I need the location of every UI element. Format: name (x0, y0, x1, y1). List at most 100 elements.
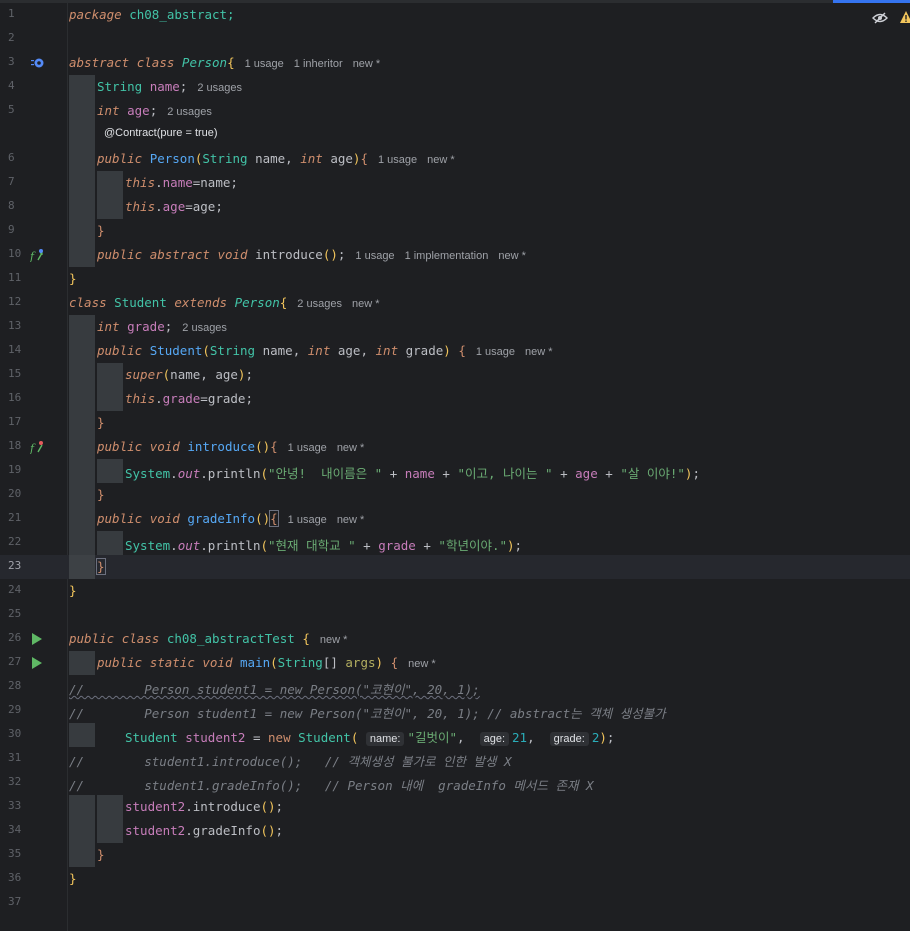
field-name: name (404, 466, 435, 481)
keyword: int (97, 319, 120, 334)
author-link[interactable]: new * (427, 154, 455, 166)
code-line[interactable]: 27 public static void main(String[] args… (0, 651, 910, 675)
usages-link[interactable]: 1 usage (476, 346, 515, 358)
code-line[interactable]: 10 f public abstract void introduce(); 1 … (0, 243, 910, 267)
code-line[interactable]: 1 package ch08_abstract; (0, 3, 910, 27)
implementing-method-icon[interactable]: f (30, 440, 44, 454)
code-lens[interactable]: 1 usage new * (476, 346, 563, 358)
code-line[interactable]: 7 this.name=name; (0, 171, 910, 195)
author-link[interactable]: new * (337, 442, 365, 454)
keyword: int (97, 103, 120, 118)
usages-link[interactable]: 2 usages (182, 322, 227, 334)
code-line[interactable]: 36 } (0, 867, 910, 891)
code-line[interactable]: 5 int age; 2 usages (0, 99, 910, 123)
code-line[interactable]: 18 f public void introduce(){1 usage new … (0, 435, 910, 459)
code-line[interactable]: 28 // Person student1 = new Person("코현이"… (0, 675, 910, 699)
code-line[interactable]: 15 super(name, age); (0, 363, 910, 387)
usages-link[interactable]: 1 usage (288, 514, 327, 526)
class-name: Person (181, 55, 228, 70)
code-lens[interactable]: 2 usages (167, 106, 222, 118)
code-lens[interactable]: 2 usages (182, 322, 237, 334)
implemented-method-icon[interactable]: f (30, 248, 44, 262)
code-lens[interactable]: 1 usage new * (288, 514, 375, 526)
code-line[interactable]: 11 } (0, 267, 910, 291)
code-text: student2.introduce(); (125, 799, 284, 814)
code-line[interactable]: 17 } (0, 411, 910, 435)
author-link[interactable]: new * (525, 346, 553, 358)
keyword: void (202, 655, 233, 670)
code-lens[interactable]: 1 usage new * (288, 442, 375, 454)
code-line-current[interactable]: 23 } (0, 555, 910, 579)
code-line[interactable]: 33 student2.introduce(); (0, 795, 910, 819)
code-line[interactable]: 34 student2.gradeInfo(); (0, 819, 910, 843)
code-lens[interactable]: 1 usage 1 implementation new * (355, 250, 535, 262)
author-link[interactable]: new * (408, 658, 436, 670)
code-line[interactable]: 12 class Student extends Person{2 usages… (0, 291, 910, 315)
code-lens[interactable]: new * (320, 634, 358, 646)
usages-link[interactable]: 2 usages (297, 298, 342, 310)
line-number: 34 (8, 823, 22, 836)
code-lens[interactable]: 1 usage new * (378, 154, 465, 166)
code-line[interactable]: 4 String name; 2 usages (0, 75, 910, 99)
author-link[interactable]: new * (337, 514, 365, 526)
code-line[interactable]: 13 int grade; 2 usages (0, 315, 910, 339)
code-text: int grade; 2 usages (97, 319, 237, 334)
run-icon[interactable] (30, 632, 44, 646)
code-line[interactable]: 6 public Person(String name, int age){1 … (0, 147, 910, 171)
line-number: 21 (8, 511, 22, 524)
field-name: age (127, 103, 150, 118)
code-lens[interactable]: 2 usages new * (297, 298, 389, 310)
code-line[interactable]: 19 System.out.println("안녕! 내이름은 " + name… (0, 459, 910, 483)
code-line[interactable]: 24 } (0, 579, 910, 603)
usages-link[interactable]: 2 usages (167, 106, 212, 118)
code-line[interactable]: 9 } (0, 219, 910, 243)
author-link[interactable]: new * (353, 58, 381, 70)
author-link[interactable]: new * (320, 634, 348, 646)
code-line[interactable]: 16 this.grade=grade; (0, 387, 910, 411)
param-name: name (170, 367, 201, 382)
indent-guide (97, 819, 123, 843)
field-name: name (149, 79, 180, 94)
code-line[interactable]: 31 // student1.introduce(); // 객체생성 불가로 … (0, 747, 910, 771)
method-name: introduce (187, 439, 256, 454)
code-lens[interactable]: new * (408, 658, 446, 670)
usages-link[interactable]: 1 usage (245, 58, 284, 70)
code-line[interactable]: 21 public void gradeInfo(){1 usage new * (0, 507, 910, 531)
code-line[interactable]: 2 (0, 27, 910, 51)
indent-guide (69, 387, 95, 411)
code-line[interactable]: 20 } (0, 483, 910, 507)
code-line[interactable]: 14 public Student(String name, int age, … (0, 339, 910, 363)
code-line[interactable]: 25 (0, 603, 910, 627)
usages-link[interactable]: 1 usage (355, 250, 394, 262)
code-lens[interactable]: 1 usage 1 inheritor new * (245, 58, 391, 70)
usages-link[interactable]: 2 usages (197, 82, 242, 94)
author-link[interactable]: new * (352, 298, 380, 310)
usages-link[interactable]: 1 usage (378, 154, 417, 166)
code-editor[interactable]: 1 package ch08_abstract; 2 3 abstract cl… (0, 3, 910, 931)
code-lens[interactable]: 2 usages (197, 82, 252, 94)
author-link[interactable]: new * (498, 250, 526, 262)
implementations-link[interactable]: 1 implementation (405, 250, 489, 262)
code-text: this.name=name; (125, 175, 238, 190)
code-line[interactable]: 22 System.out.println("현재 대학교 " + grade … (0, 531, 910, 555)
keyword: class (136, 55, 175, 70)
code-line[interactable]: 30 Student student2 = new Student( name:… (0, 723, 910, 747)
field-name: grade (127, 319, 165, 334)
code-line[interactable]: 29 // Person student1 = new Person("코현이"… (0, 699, 910, 723)
code-line[interactable]: 32 // student1.gradeInfo(); // Person 내에… (0, 771, 910, 795)
inheritors-link[interactable]: 1 inheritor (294, 58, 343, 70)
param-name: age (192, 199, 216, 214)
keyword: extends (174, 295, 228, 310)
usages-link[interactable]: 1 usage (288, 442, 327, 454)
string-literal: "살 이야!" (620, 466, 685, 481)
code-line[interactable]: 26 public class ch08_abstractTest {new * (0, 627, 910, 651)
code-line[interactable]: 8 this.age=age; (0, 195, 910, 219)
code-line[interactable]: 3 abstract class Person{1 usage 1 inherit… (0, 51, 910, 75)
code-text: } (69, 583, 77, 598)
implemented-icon[interactable] (30, 56, 44, 70)
inferred-annotation[interactable]: @Contract(pure = true) (104, 127, 218, 139)
code-line[interactable]: 35 } (0, 843, 910, 867)
keyword: void (149, 511, 180, 526)
code-line[interactable]: 37 (0, 891, 910, 915)
run-icon[interactable] (30, 656, 44, 670)
